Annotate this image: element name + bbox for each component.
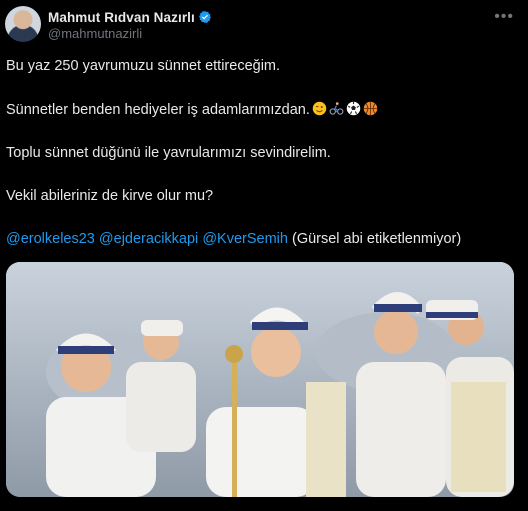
winking-face-icon [312, 101, 327, 116]
mention-link[interactable]: @ejderacikkapi [99, 231, 198, 247]
tweet-header: Mahmut Rıdvan Nazırlı @mahmutnazirli ••• [0, 0, 528, 50]
mention-link[interactable]: @KverSemih [202, 231, 288, 247]
more-options-icon[interactable]: ••• [494, 8, 514, 26]
display-name[interactable]: Mahmut Rıdvan Nazırlı [48, 10, 195, 25]
avatar[interactable] [5, 6, 41, 42]
tweet-line-5-suffix: (Gürsel abi etiketlenmiyor) [291, 231, 462, 247]
tweet-line-2: Sünnetler benden hediyeler iş adamlarımı… [6, 101, 378, 118]
tweet-photo[interactable] [6, 262, 514, 497]
soccer-ball-icon [346, 101, 361, 116]
tweet-line-4: Vekil abileriniz de kirve olur mu? [6, 188, 214, 204]
children-ceremony-photo [6, 262, 514, 497]
user-handle[interactable]: @mahmutnazirli [48, 26, 142, 41]
mention-link[interactable]: @erolkeles23 [6, 231, 95, 247]
tweet-line-1: Bu yaz 250 yavrumuzu sünnet ettireceğim. [6, 58, 281, 74]
tweet-line-5: @erolkeles23 @ejderacikkapi @KverSemih (… [6, 231, 461, 247]
basketball-icon [363, 101, 378, 116]
tweet-line-3: Toplu sünnet düğünü ile yavrularımızı se… [6, 145, 331, 161]
cyclist-icon [329, 102, 344, 115]
name-row: Mahmut Rıdvan Nazırlı [48, 8, 212, 26]
tweet-line-2-text: Sünnetler benden hediyeler iş adamlarımı… [6, 102, 310, 118]
verified-badge-icon [198, 10, 211, 24]
